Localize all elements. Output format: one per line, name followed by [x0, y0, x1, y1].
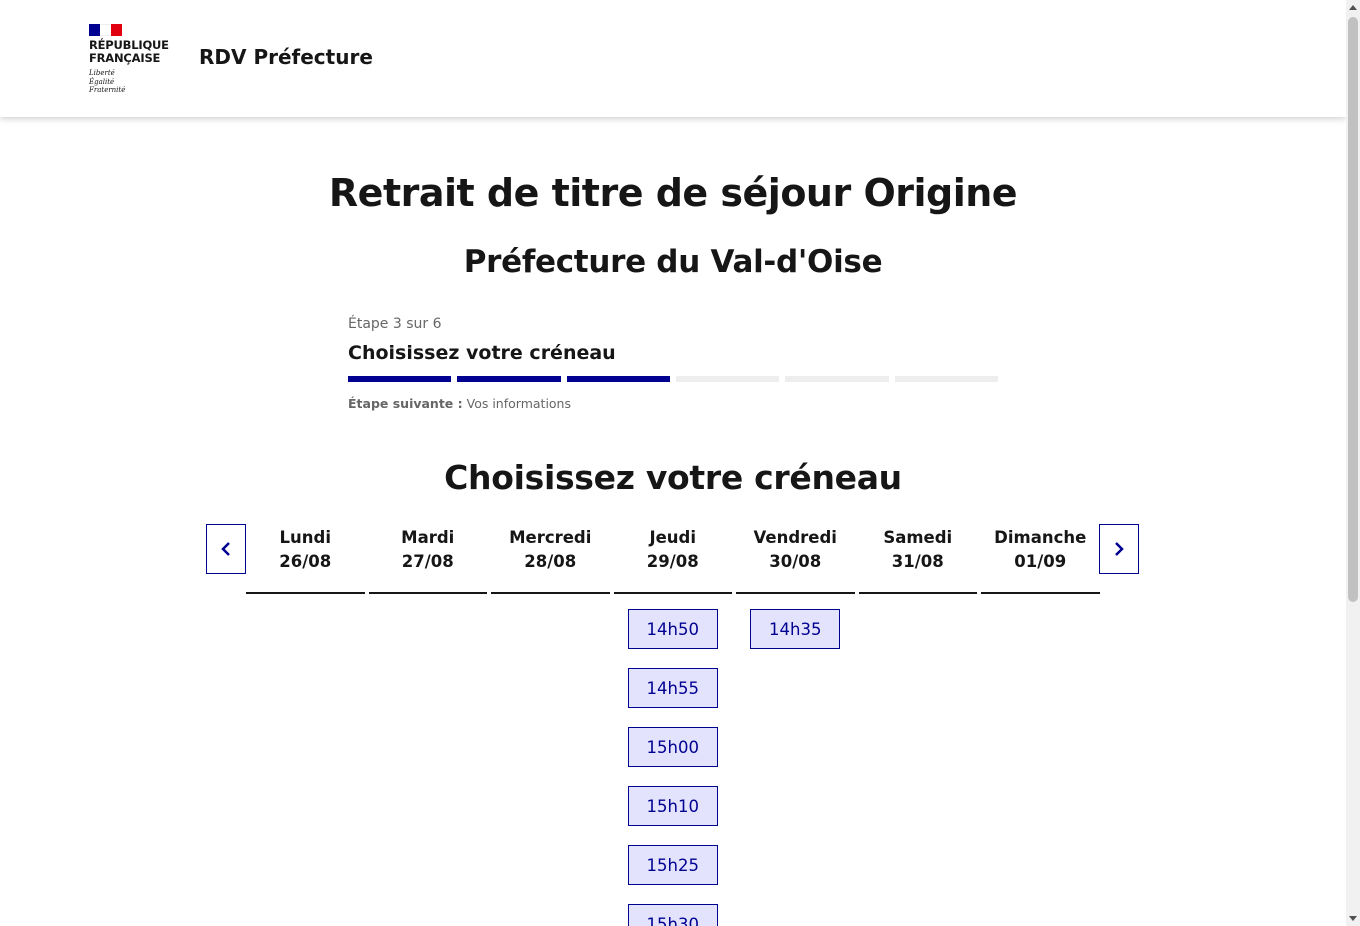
day-date: 30/08	[769, 552, 822, 571]
step-bar-3	[566, 376, 670, 382]
time-slot-button[interactable]: 15h30	[627, 904, 718, 926]
day-name: Mercredi	[509, 528, 592, 547]
calendar-title: Choisissez votre créneau	[444, 458, 902, 497]
next-step-value: Vos informations	[466, 396, 571, 411]
step-title: Choisissez votre créneau	[348, 342, 616, 364]
day-date: 26/08	[279, 552, 332, 571]
motto-fraternite: Fraternité	[89, 86, 126, 94]
motto: Liberté Égalité Fraternité	[89, 69, 179, 95]
day-date: 28/08	[524, 552, 577, 571]
step-count: Étape 3 sur 6	[348, 316, 442, 332]
day-column-lundi: Lundi 26/08	[246, 524, 365, 926]
step-bar-2	[457, 376, 561, 382]
day-date: 27/08	[401, 552, 454, 571]
day-column-mardi: Mardi 27/08	[368, 524, 487, 926]
day-name: Lundi	[279, 528, 331, 547]
site-header: RÉPUBLIQUE FRANÇAISE Liberté Égalité Fra…	[0, 0, 1346, 117]
stepper: Étape 3 sur 6 Choisissez votre créneau É…	[348, 316, 998, 411]
time-slot-button[interactable]: 14h50	[627, 609, 718, 649]
step-bar-5	[785, 376, 889, 382]
next-step: Étape suivante : Vos informations	[348, 396, 998, 411]
day-name: Vendredi	[753, 528, 837, 547]
chevron-left-icon	[221, 542, 230, 556]
day-column-vendredi: Vendredi 30/08 14h35	[736, 524, 855, 926]
step-bar-1	[348, 376, 452, 382]
time-slot-button[interactable]: 14h35	[750, 609, 841, 649]
day-column-dimanche: Dimanche 01/09	[981, 524, 1100, 926]
day-header: Lundi 26/08	[246, 524, 365, 594]
day-header: Mardi 27/08	[368, 524, 487, 594]
day-date: 29/08	[646, 552, 699, 571]
slot-list: 14h35	[750, 609, 841, 649]
service-title[interactable]: RDV Préfecture	[199, 45, 373, 69]
day-header: Mercredi 28/08	[491, 524, 610, 594]
slot-list: 14h50 14h55 15h00 15h10 15h25 15h30	[627, 609, 718, 926]
day-name: Dimanche	[994, 528, 1087, 547]
day-name: Mardi	[401, 528, 455, 547]
next-week-button[interactable]	[1099, 524, 1139, 574]
day-column-samedi: Samedi 31/08	[858, 524, 977, 926]
day-name: Jeudi	[649, 528, 697, 547]
step-bar-6	[894, 376, 998, 382]
time-slot-button[interactable]: 15h25	[627, 845, 718, 885]
day-column-mercredi: Mercredi 28/08	[491, 524, 610, 926]
motto-liberte: Liberté	[89, 69, 115, 77]
day-header: Dimanche 01/09	[981, 524, 1100, 594]
page-scrollbar[interactable]	[1346, 0, 1360, 926]
step-progress-bars	[348, 376, 998, 382]
scroll-thumb[interactable]	[1348, 17, 1358, 602]
republique-francaise-logo[interactable]: RÉPUBLIQUE FRANÇAISE Liberté Égalité Fra…	[89, 24, 179, 95]
calendar-days: Lundi 26/08 Mardi 27/08 Mercredi 28/08 Jeudi 29…	[246, 524, 1100, 926]
day-column-jeudi: Jeudi 29/08 14h50 14h55 15h00 15h10 15h25 15h30	[613, 524, 732, 926]
logo-line-2: FRANÇAISE	[89, 51, 161, 65]
motto-egalite: Égalité	[89, 77, 115, 86]
day-header: Jeudi 29/08	[613, 524, 732, 594]
time-slot-button[interactable]: 14h55	[627, 668, 718, 708]
time-slot-button[interactable]: 15h10	[627, 786, 718, 826]
day-header: Vendredi 30/08	[736, 524, 855, 594]
next-step-label: Étape suivante :	[348, 396, 463, 411]
day-header: Samedi 31/08	[858, 524, 977, 594]
day-date: 31/08	[891, 552, 944, 571]
scroll-down-arrow-icon[interactable]	[1349, 916, 1357, 921]
chevron-right-icon	[1115, 542, 1124, 556]
day-date: 01/09	[1014, 552, 1067, 571]
step-bar-4	[675, 376, 780, 382]
time-slot-button[interactable]: 15h00	[627, 727, 718, 767]
scroll-up-arrow-icon[interactable]	[1349, 5, 1357, 10]
page-title: Retrait de titre de séjour Origine	[328, 171, 1018, 215]
page-subtitle: Préfecture du Val-d'Oise	[463, 244, 883, 280]
day-name: Samedi	[883, 528, 953, 547]
french-flag-icon	[89, 24, 122, 36]
previous-week-button[interactable]	[206, 524, 246, 574]
